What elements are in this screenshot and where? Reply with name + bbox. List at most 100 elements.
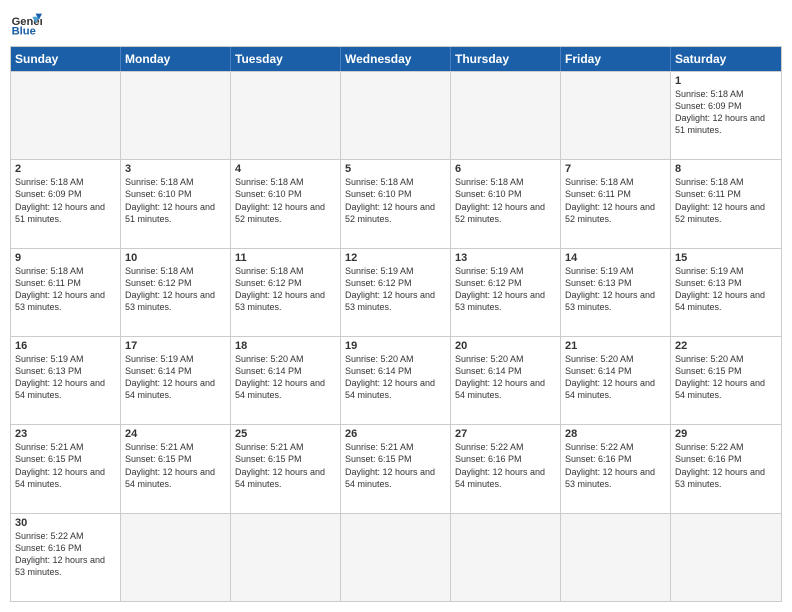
day-number: 10 [125,252,226,264]
day-cell-30: 30Sunrise: 5:22 AM Sunset: 6:16 PM Dayli… [11,514,121,601]
day-info: Sunrise: 5:18 AM Sunset: 6:12 PM Dayligh… [125,265,226,314]
empty-cell [561,514,671,601]
day-cell-26: 26Sunrise: 5:21 AM Sunset: 6:15 PM Dayli… [341,425,451,512]
day-info: Sunrise: 5:18 AM Sunset: 6:11 PM Dayligh… [15,265,116,314]
day-number: 18 [235,340,336,352]
empty-cell [231,514,341,601]
weekday-header-thursday: Thursday [451,47,561,71]
empty-cell [11,72,121,159]
day-cell-5: 5Sunrise: 5:18 AM Sunset: 6:10 PM Daylig… [341,160,451,247]
day-cell-27: 27Sunrise: 5:22 AM Sunset: 6:16 PM Dayli… [451,425,561,512]
empty-cell [121,514,231,601]
day-cell-14: 14Sunrise: 5:19 AM Sunset: 6:13 PM Dayli… [561,249,671,336]
day-cell-12: 12Sunrise: 5:19 AM Sunset: 6:12 PM Dayli… [341,249,451,336]
day-cell-29: 29Sunrise: 5:22 AM Sunset: 6:16 PM Dayli… [671,425,781,512]
day-info: Sunrise: 5:18 AM Sunset: 6:10 PM Dayligh… [235,176,336,225]
day-cell-1: 1Sunrise: 5:18 AM Sunset: 6:09 PM Daylig… [671,72,781,159]
day-number: 13 [455,252,556,264]
day-cell-19: 19Sunrise: 5:20 AM Sunset: 6:14 PM Dayli… [341,337,451,424]
day-info: Sunrise: 5:22 AM Sunset: 6:16 PM Dayligh… [565,441,666,490]
day-info: Sunrise: 5:19 AM Sunset: 6:13 PM Dayligh… [565,265,666,314]
calendar-body: 1 Sunrise: 5:18 AM Sunset: 6:09 PM Daylig… [11,71,781,601]
day-info: Sunrise: 5:18 AM Sunset: 6:11 PM Dayligh… [675,176,777,225]
calendar-row-1: 2Sunrise: 5:18 AM Sunset: 6:09 PM Daylig… [11,159,781,247]
day-cell-10: 10Sunrise: 5:18 AM Sunset: 6:12 PM Dayli… [121,249,231,336]
calendar-grid: SundayMondayTuesdayWednesdayThursdayFrid… [10,46,782,602]
day-info: Sunrise: 5:21 AM Sunset: 6:15 PM Dayligh… [235,441,336,490]
day-number: 24 [125,428,226,440]
day-number: 8 [675,163,777,175]
empty-cell [451,72,561,159]
calendar-page: General Blue SundayMondayTuesdayWednesda… [0,0,792,612]
day-number: 29 [675,428,777,440]
calendar-row-5: 30Sunrise: 5:22 AM Sunset: 6:16 PM Dayli… [11,513,781,601]
day-info: Sunrise: 5:20 AM Sunset: 6:14 PM Dayligh… [235,353,336,402]
day-info: Sunrise: 5:22 AM Sunset: 6:16 PM Dayligh… [15,530,116,579]
day-cell-25: 25Sunrise: 5:21 AM Sunset: 6:15 PM Dayli… [231,425,341,512]
day-cell-18: 18Sunrise: 5:20 AM Sunset: 6:14 PM Dayli… [231,337,341,424]
day-number: 27 [455,428,556,440]
day-cell-17: 17Sunrise: 5:19 AM Sunset: 6:14 PM Dayli… [121,337,231,424]
day-number: 20 [455,340,556,352]
day-number: 7 [565,163,666,175]
day-number: 6 [455,163,556,175]
calendar-row-3: 16Sunrise: 5:19 AM Sunset: 6:13 PM Dayli… [11,336,781,424]
day-info: Sunrise: 5:20 AM Sunset: 6:14 PM Dayligh… [455,353,556,402]
empty-cell [231,72,341,159]
day-number: 11 [235,252,336,264]
day-info: Sunrise: 5:19 AM Sunset: 6:12 PM Dayligh… [345,265,446,314]
day-info: Sunrise: 5:19 AM Sunset: 6:12 PM Dayligh… [455,265,556,314]
empty-cell [561,72,671,159]
day-info: Sunrise: 5:19 AM Sunset: 6:14 PM Dayligh… [125,353,226,402]
day-cell-15: 15Sunrise: 5:19 AM Sunset: 6:13 PM Dayli… [671,249,781,336]
day-number: 30 [15,517,116,529]
empty-cell [341,514,451,601]
day-number: 15 [675,252,777,264]
day-number: 28 [565,428,666,440]
day-number: 19 [345,340,446,352]
day-info: Sunrise: 5:19 AM Sunset: 6:13 PM Dayligh… [675,265,777,314]
day-number: 17 [125,340,226,352]
logo-icon: General Blue [10,10,42,38]
calendar-row-4: 23 Sunrise: 5:21 AM Sunset: 6:15 PM Dayli… [11,424,781,512]
day-cell-3: 3Sunrise: 5:18 AM Sunset: 6:10 PM Daylig… [121,160,231,247]
day-info: Sunrise: 5:21 AM Sunset: 6:15 PM Dayligh… [125,441,226,490]
logo: General Blue [10,10,42,38]
svg-text:Blue: Blue [12,25,36,37]
day-number: 2 [15,163,116,175]
day-cell-7: 7Sunrise: 5:18 AM Sunset: 6:11 PM Daylig… [561,160,671,247]
empty-cell [671,514,781,601]
day-info: Sunrise: 5:19 AM Sunset: 6:13 PM Dayligh… [15,353,116,402]
day-number: 9 [15,252,116,264]
day-cell-11: 11Sunrise: 5:18 AM Sunset: 6:12 PM Dayli… [231,249,341,336]
header: General Blue [10,10,782,38]
day-number: 16 [15,340,116,352]
day-cell-21: 21Sunrise: 5:20 AM Sunset: 6:14 PM Dayli… [561,337,671,424]
day-number: 23 [15,428,116,440]
calendar-row-2: 9Sunrise: 5:18 AM Sunset: 6:11 PM Daylig… [11,248,781,336]
empty-cell [341,72,451,159]
day-cell-8: 8Sunrise: 5:18 AM Sunset: 6:11 PM Daylig… [671,160,781,247]
day-number: 25 [235,428,336,440]
day-info: Sunrise: 5:21 AM Sunset: 6:15 PM Dayligh… [345,441,446,490]
day-number: 26 [345,428,446,440]
calendar-header: SundayMondayTuesdayWednesdayThursdayFrid… [11,47,781,71]
day-info: Sunrise: 5:18 AM Sunset: 6:09 PM Dayligh… [15,176,116,225]
empty-cell [121,72,231,159]
day-cell-13: 13Sunrise: 5:19 AM Sunset: 6:12 PM Dayli… [451,249,561,336]
day-number: 1 [675,75,777,87]
day-cell-4: 4Sunrise: 5:18 AM Sunset: 6:10 PM Daylig… [231,160,341,247]
day-info: Sunrise: 5:20 AM Sunset: 6:15 PM Dayligh… [675,353,777,402]
day-cell-9: 9Sunrise: 5:18 AM Sunset: 6:11 PM Daylig… [11,249,121,336]
day-number: 4 [235,163,336,175]
empty-cell [451,514,561,601]
day-cell-28: 28Sunrise: 5:22 AM Sunset: 6:16 PM Dayli… [561,425,671,512]
day-cell-2: 2Sunrise: 5:18 AM Sunset: 6:09 PM Daylig… [11,160,121,247]
day-number: 5 [345,163,446,175]
day-info: Sunrise: 5:18 AM Sunset: 6:11 PM Dayligh… [565,176,666,225]
day-info: Sunrise: 5:18 AM Sunset: 6:10 PM Dayligh… [455,176,556,225]
day-cell-16: 16Sunrise: 5:19 AM Sunset: 6:13 PM Dayli… [11,337,121,424]
day-cell-6: 6Sunrise: 5:18 AM Sunset: 6:10 PM Daylig… [451,160,561,247]
day-number: 3 [125,163,226,175]
day-info: Sunrise: 5:18 AM Sunset: 6:10 PM Dayligh… [125,176,226,225]
